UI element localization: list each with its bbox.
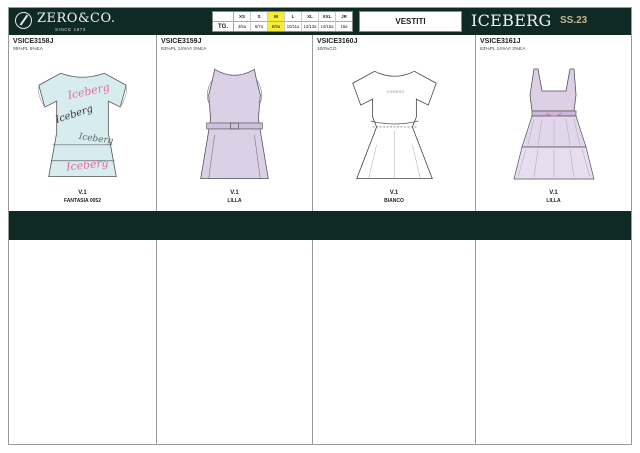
dress-sketch-lilac-sleeveless bbox=[200, 68, 269, 180]
category-label: VESTITI bbox=[359, 11, 462, 32]
line-sheet: ZERO&CO. SINCE 1973 TG. XS 4/5a S 6/7a M… bbox=[8, 7, 632, 445]
age-value: 10/11a bbox=[285, 21, 301, 31]
size-value: JR bbox=[341, 14, 347, 19]
size-column-xl: XL 12/13a bbox=[302, 12, 319, 31]
size-column-s: S 6/7a bbox=[251, 12, 268, 31]
product-composition: 100%CO bbox=[317, 47, 337, 52]
empty-product-slot bbox=[476, 240, 631, 444]
age-value: 14/15a bbox=[319, 21, 335, 31]
product-code: VSICE3158J bbox=[13, 38, 54, 45]
size-table: TG. XS 4/5a S 6/7a M 8/9a L 10/11a XL 12… bbox=[212, 11, 353, 32]
product-composition: 83%PL 14%VI 3%EA bbox=[480, 47, 526, 52]
product-composition: 83%PL 14%VI 3%EA bbox=[161, 47, 207, 52]
size-column-m-highlighted: M 8/9a bbox=[268, 12, 285, 31]
age-value: 6/7a bbox=[251, 21, 267, 31]
product-card[interactable]: VSICE3160J 100%CO ICEBERG V.1 BIANCO bbox=[313, 35, 476, 211]
product-code: VSICE3160J bbox=[317, 38, 358, 45]
zero-circle-icon bbox=[15, 12, 32, 29]
product-color: BIANCO bbox=[384, 198, 404, 204]
empty-product-slot bbox=[9, 240, 157, 444]
empty-product-slot bbox=[157, 240, 313, 444]
section-divider-band bbox=[9, 211, 631, 240]
age-value: 16a bbox=[336, 21, 352, 31]
product-card[interactable]: VSICE3161J 83%PL 14%VI 3%EA V.1 LILLA bbox=[476, 35, 631, 211]
size-value: XL bbox=[307, 14, 313, 19]
empty-product-slot bbox=[313, 240, 476, 444]
brand-name: ZERO&CO. bbox=[37, 11, 116, 26]
product-row: VSICE3158J 95%PL 5%EA Iceberg Iceberg Ic… bbox=[9, 35, 631, 211]
age-value: 4/5a bbox=[234, 21, 250, 31]
svg-text:ICEBERG: ICEBERG bbox=[387, 89, 405, 94]
age-value: 12/13a bbox=[302, 21, 318, 31]
size-value: M bbox=[274, 14, 278, 19]
product-card[interactable]: VSICE3158J 95%PL 5%EA Iceberg Iceberg Ic… bbox=[9, 35, 157, 211]
product-color: LILLA bbox=[227, 198, 242, 204]
season-label: SS.23 bbox=[560, 15, 588, 26]
product-code: VSICE3159J bbox=[161, 38, 202, 45]
size-value: XXL bbox=[322, 14, 332, 19]
product-color: FANTASIA 0052 bbox=[64, 198, 101, 204]
size-label: TG. bbox=[213, 21, 233, 31]
product-color: LILLA bbox=[546, 198, 561, 204]
age-value: 8/9a bbox=[268, 21, 284, 31]
size-column-xxl: XXL 14/15a bbox=[319, 12, 336, 31]
size-value: S bbox=[257, 14, 261, 19]
product-card[interactable]: VSICE3159J 83%PL 14%VI 3%EA V.1 LILLA bbox=[157, 35, 313, 211]
empty-product-row bbox=[9, 240, 631, 444]
size-column-l: L 10/11a bbox=[285, 12, 302, 31]
zeroandco-logo: ZERO&CO. SINCE 1973 bbox=[15, 10, 135, 34]
product-version: V.1 bbox=[230, 190, 239, 196]
dress-sketch-lilac-tiered-tulle bbox=[513, 68, 595, 180]
iceberg-logo: ICEBERG bbox=[471, 11, 552, 30]
size-value: XS bbox=[238, 14, 245, 19]
dress-sketch-printed-tiered: Iceberg Iceberg Iceberg Iceberg bbox=[38, 72, 127, 178]
size-value: L bbox=[291, 14, 295, 19]
header-bar: ZERO&CO. SINCE 1973 TG. XS 4/5a S 6/7a M… bbox=[9, 8, 631, 35]
size-column-jr: JR 16a bbox=[336, 12, 352, 31]
brand-since: SINCE 1973 bbox=[55, 27, 87, 32]
size-label-column: TG. bbox=[213, 12, 234, 31]
dress-sketch-white-tshirt: ICEBERG bbox=[352, 70, 437, 180]
product-code: VSICE3161J bbox=[480, 38, 521, 45]
size-column-xs: XS 4/5a bbox=[234, 12, 251, 31]
product-version: V.1 bbox=[549, 190, 558, 196]
product-composition: 95%PL 5%EA bbox=[13, 47, 43, 52]
product-version: V.1 bbox=[78, 190, 87, 196]
product-version: V.1 bbox=[389, 190, 399, 196]
